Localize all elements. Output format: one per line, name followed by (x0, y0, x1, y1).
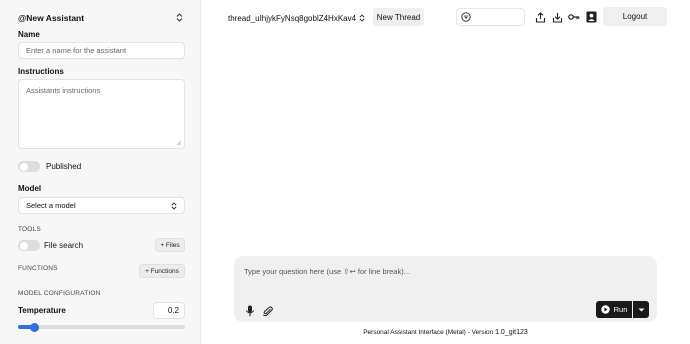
filter-input[interactable] (456, 8, 525, 26)
version-footer: Personal Assistant Interface (Metal) - V… (201, 329, 690, 336)
footer-text: Personal Assistant Interface (Metal) - V… (363, 329, 494, 336)
name-label: Name (18, 30, 40, 39)
attach-button[interactable] (262, 304, 274, 317)
instructions-label: Instructions (18, 67, 64, 76)
functions-heading: FUNCTIONS (18, 265, 58, 272)
assistant-sidebar: @New Assistant Name Enter a name for the… (0, 0, 201, 344)
temperature-label: Temperature (18, 306, 66, 315)
contact-button[interactable] (584, 9, 598, 25)
add-functions-button[interactable]: + Functions (139, 264, 185, 278)
play-icon (600, 305, 610, 314)
composer-placeholder: Type your question here (use ⇧↩ for line… (244, 267, 410, 276)
caret-down-icon (638, 308, 644, 311)
add-files-button[interactable]: + Files (155, 238, 185, 252)
thread-select[interactable]: thread_uIhjykFyNsq8goblZ4HxKav4 (228, 11, 365, 25)
version-number: 1.0_git123 (495, 329, 528, 336)
instructions-placeholder: Assistants instructions (26, 86, 101, 95)
upload-button[interactable] (533, 9, 547, 25)
resize-handle-icon[interactable] (176, 140, 182, 146)
upload-icon (535, 11, 545, 23)
microphone-icon (245, 305, 255, 317)
paperclip-icon (263, 306, 273, 317)
model-config-heading: MODEL CONFIGURATION (18, 290, 101, 297)
assistant-name-input[interactable]: Enter a name for the assistant (18, 42, 185, 59)
temperature-input[interactable]: 0.2 (153, 302, 185, 319)
thread-select-value: thread_uIhjykFyNsq8goblZ4HxKav4 (228, 13, 357, 23)
contact-icon (586, 11, 596, 23)
message-composer[interactable]: Type your question here (use ⇧↩ for line… (234, 256, 657, 322)
download-button[interactable] (550, 9, 564, 25)
model-select[interactable]: Select a model (18, 197, 185, 214)
api-key-button[interactable] (567, 9, 581, 25)
assistant-select[interactable]: @New Assistant (18, 11, 183, 25)
tools-heading: TOOLS (18, 226, 41, 233)
run-options-button[interactable] (633, 301, 649, 318)
model-label: Model (18, 184, 42, 193)
run-label: Run (613, 305, 628, 314)
assistant-select-value: @New Assistant (18, 13, 85, 23)
file-search-label: File search (44, 241, 84, 250)
chevron-updown-icon (176, 12, 183, 24)
name-placeholder: Enter a name for the assistant (26, 46, 127, 55)
published-toggle[interactable] (18, 161, 40, 172)
temperature-slider-thumb[interactable] (30, 322, 40, 332)
download-icon (552, 12, 562, 23)
run-button[interactable]: Run (596, 301, 632, 318)
logout-button[interactable]: Logout (603, 7, 667, 26)
microphone-button[interactable] (245, 304, 255, 317)
key-icon (568, 14, 580, 20)
published-label: Published (46, 162, 82, 171)
model-select-value: Select a model (26, 201, 76, 210)
file-search-toggle[interactable] (18, 240, 40, 251)
chevron-updown-icon (359, 14, 365, 22)
instructions-textarea[interactable]: Assistants instructions (18, 79, 185, 149)
temperature-slider[interactable] (18, 322, 185, 332)
filter-icon (461, 12, 471, 22)
chevron-updown-icon (171, 201, 177, 210)
new-thread-button[interactable]: New Thread (373, 8, 424, 26)
